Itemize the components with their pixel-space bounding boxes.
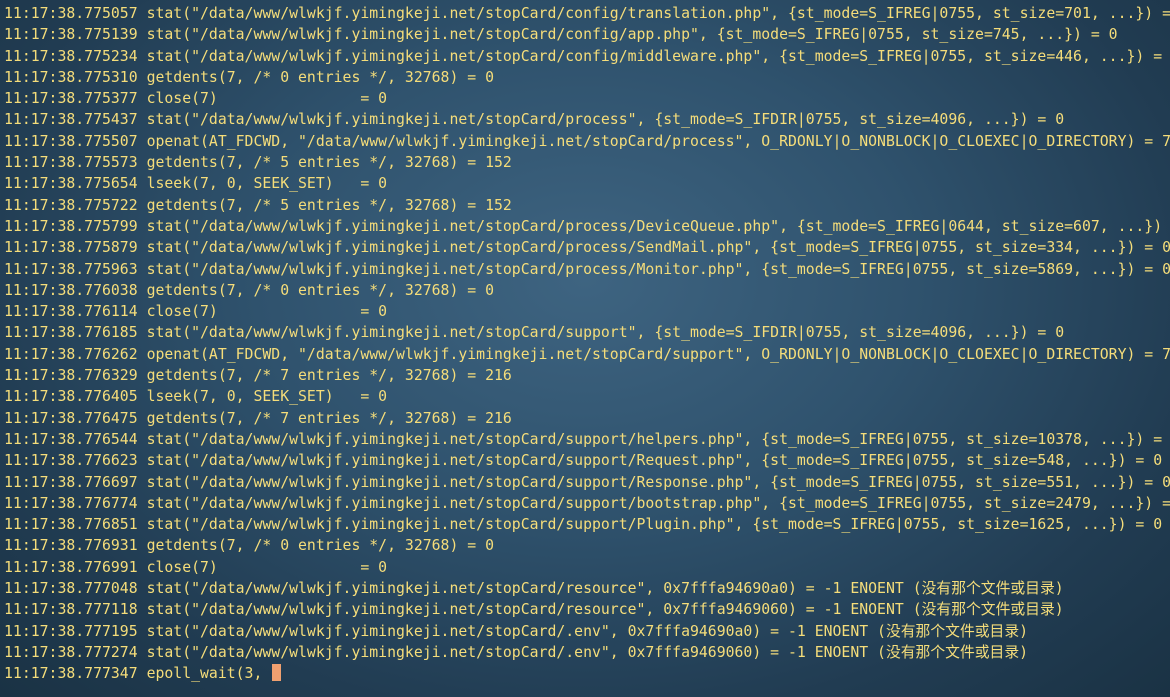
syscall-text: getdents(7, /* 5 entries */, 32768) = 15…	[146, 196, 512, 214]
terminal-line: 11:17:38.777195 stat("/data/www/wlwkjf.y…	[4, 621, 1170, 642]
syscall-text: stat("/data/www/wlwkjf.yimingkeji.net/st…	[146, 430, 1170, 448]
terminal-line: 11:17:38.776185 stat("/data/www/wlwkjf.y…	[4, 322, 1170, 343]
terminal-line: 11:17:38.775573 getdents(7, /* 5 entries…	[4, 152, 1170, 173]
terminal-line: 11:17:38.775437 stat("/data/www/wlwkjf.y…	[4, 109, 1170, 130]
syscall-text: stat("/data/www/wlwkjf.yimingkeji.net/st…	[146, 111, 1065, 129]
timestamp: 11:17:38.776114	[4, 303, 138, 321]
terminal-output[interactable]: 11:17:38.775057 stat("/data/www/wlwkjf.y…	[0, 0, 1170, 697]
terminal-line: 11:17:38.776262 openat(AT_FDCWD, "/data/…	[4, 344, 1170, 365]
terminal-line: 11:17:38.776544 stat("/data/www/wlwkjf.y…	[4, 429, 1170, 450]
syscall-text: stat("/data/www/wlwkjf.yimingkeji.net/st…	[146, 47, 1170, 65]
syscall-text: stat("/data/www/wlwkjf.yimingkeji.net/st…	[146, 5, 1170, 22]
timestamp: 11:17:38.777118	[4, 601, 138, 619]
syscall-text: getdents(7, /* 0 entries */, 32768) = 0	[146, 68, 494, 86]
terminal-line: 11:17:38.776991 close(7) = 0	[4, 557, 1170, 578]
syscall-text: stat("/data/www/wlwkjf.yimingkeji.net/st…	[146, 643, 1029, 661]
timestamp: 11:17:38.776623	[4, 452, 138, 470]
timestamp: 11:17:38.777048	[4, 580, 138, 598]
terminal-line: 11:17:38.775234 stat("/data/www/wlwkjf.y…	[4, 46, 1170, 67]
terminal-line: 11:17:38.775310 getdents(7, /* 0 entries…	[4, 67, 1170, 88]
terminal-line: 11:17:38.775879 stat("/data/www/wlwkjf.y…	[4, 237, 1170, 258]
terminal-line: 11:17:38.775722 getdents(7, /* 5 entries…	[4, 195, 1170, 216]
syscall-text: stat("/data/www/wlwkjf.yimingkeji.net/st…	[146, 239, 1170, 257]
syscall-text: lseek(7, 0, SEEK_SET) = 0	[146, 388, 388, 406]
terminal-line: 11:17:38.776038 getdents(7, /* 0 entries…	[4, 280, 1170, 301]
terminal-line: 11:17:38.776623 stat("/data/www/wlwkjf.y…	[4, 450, 1170, 471]
terminal-line: 11:17:38.776851 stat("/data/www/wlwkjf.y…	[4, 514, 1170, 535]
terminal-line: 11:17:38.775963 stat("/data/www/wlwkjf.y…	[4, 259, 1170, 280]
terminal-line: 11:17:38.775139 stat("/data/www/wlwkjf.y…	[4, 24, 1170, 45]
syscall-text: stat("/data/www/wlwkjf.yimingkeji.net/st…	[146, 26, 1118, 44]
terminal-cursor	[272, 664, 282, 682]
timestamp: 11:17:38.775507	[4, 132, 138, 150]
timestamp: 11:17:38.777274	[4, 643, 138, 661]
syscall-text: stat("/data/www/wlwkjf.yimingkeji.net/st…	[146, 622, 1029, 640]
syscall-text: stat("/data/www/wlwkjf.yimingkeji.net/st…	[146, 324, 1065, 342]
timestamp: 11:17:38.775879	[4, 239, 138, 257]
terminal-line: 11:17:38.775654 lseek(7, 0, SEEK_SET) = …	[4, 173, 1170, 194]
syscall-text: stat("/data/www/wlwkjf.yimingkeji.net/st…	[146, 260, 1170, 278]
terminal-line: 11:17:38.776329 getdents(7, /* 7 entries…	[4, 365, 1170, 386]
terminal-line: 11:17:38.777048 stat("/data/www/wlwkjf.y…	[4, 578, 1170, 599]
timestamp: 11:17:38.775377	[4, 90, 138, 108]
terminal-line: 11:17:38.777347 epoll_wait(3,	[4, 663, 1170, 684]
syscall-text: stat("/data/www/wlwkjf.yimingkeji.net/st…	[146, 217, 1170, 235]
timestamp: 11:17:38.776405	[4, 388, 138, 406]
timestamp: 11:17:38.775310	[4, 68, 138, 86]
timestamp: 11:17:38.775963	[4, 260, 138, 278]
timestamp: 11:17:38.776931	[4, 537, 138, 555]
terminal-line: 11:17:38.776114 close(7) = 0	[4, 301, 1170, 322]
terminal-line: 11:17:38.777118 stat("/data/www/wlwkjf.y…	[4, 599, 1170, 620]
terminal-line: 11:17:38.775057 stat("/data/www/wlwkjf.y…	[4, 3, 1170, 24]
timestamp: 11:17:38.775722	[4, 196, 138, 214]
terminal-line: 11:17:38.776405 lseek(7, 0, SEEK_SET) = …	[4, 386, 1170, 407]
timestamp: 11:17:38.775234	[4, 47, 138, 65]
syscall-text: getdents(7, /* 0 entries */, 32768) = 0	[146, 281, 494, 299]
timestamp: 11:17:38.776475	[4, 409, 138, 427]
timestamp: 11:17:38.775139	[4, 26, 138, 44]
syscall-text: getdents(7, /* 5 entries */, 32768) = 15…	[146, 154, 512, 172]
syscall-text: stat("/data/www/wlwkjf.yimingkeji.net/st…	[146, 516, 1163, 534]
timestamp: 11:17:38.776038	[4, 281, 138, 299]
syscall-text: getdents(7, /* 0 entries */, 32768) = 0	[146, 537, 494, 555]
terminal-line: 11:17:38.776475 getdents(7, /* 7 entries…	[4, 408, 1170, 429]
syscall-text: openat(AT_FDCWD, "/data/www/wlwkjf.yimin…	[146, 345, 1170, 363]
syscall-text: close(7) = 0	[146, 303, 388, 321]
syscall-text: lseek(7, 0, SEEK_SET) = 0	[146, 175, 388, 193]
timestamp: 11:17:38.776185	[4, 324, 138, 342]
timestamp: 11:17:38.776697	[4, 473, 138, 491]
terminal-line: 11:17:38.776697 stat("/data/www/wlwkjf.y…	[4, 472, 1170, 493]
timestamp: 11:17:38.775437	[4, 111, 138, 129]
syscall-text: epoll_wait(3,	[146, 665, 272, 683]
syscall-text: close(7) = 0	[146, 90, 388, 108]
timestamp: 11:17:38.775654	[4, 175, 138, 193]
timestamp: 11:17:38.775573	[4, 154, 138, 172]
syscall-text: stat("/data/www/wlwkjf.yimingkeji.net/st…	[146, 601, 1064, 619]
syscall-text: stat("/data/www/wlwkjf.yimingkeji.net/st…	[146, 452, 1163, 470]
terminal-line: 11:17:38.775377 close(7) = 0	[4, 88, 1170, 109]
timestamp: 11:17:38.776851	[4, 516, 138, 534]
timestamp: 11:17:38.776544	[4, 430, 138, 448]
syscall-text: close(7) = 0	[146, 558, 388, 576]
terminal-line: 11:17:38.776931 getdents(7, /* 0 entries…	[4, 535, 1170, 556]
syscall-text: openat(AT_FDCWD, "/data/www/wlwkjf.yimin…	[146, 132, 1170, 150]
terminal-line: 11:17:38.776774 stat("/data/www/wlwkjf.y…	[4, 493, 1170, 514]
syscall-text: stat("/data/www/wlwkjf.yimingkeji.net/st…	[146, 473, 1170, 491]
syscall-text: stat("/data/www/wlwkjf.yimingkeji.net/st…	[146, 580, 1064, 598]
timestamp: 11:17:38.776991	[4, 558, 138, 576]
syscall-text: stat("/data/www/wlwkjf.yimingkeji.net/st…	[146, 494, 1170, 512]
timestamp: 11:17:38.776262	[4, 345, 138, 363]
terminal-line: 11:17:38.777274 stat("/data/www/wlwkjf.y…	[4, 642, 1170, 663]
timestamp: 11:17:38.775799	[4, 217, 138, 235]
syscall-text: getdents(7, /* 7 entries */, 32768) = 21…	[146, 367, 512, 385]
timestamp: 11:17:38.777347	[4, 665, 138, 683]
timestamp: 11:17:38.777195	[4, 622, 138, 640]
timestamp: 11:17:38.775057	[4, 5, 138, 22]
terminal-line: 11:17:38.775799 stat("/data/www/wlwkjf.y…	[4, 216, 1170, 237]
syscall-text: getdents(7, /* 7 entries */, 32768) = 21…	[146, 409, 512, 427]
timestamp: 11:17:38.776329	[4, 367, 138, 385]
terminal-line: 11:17:38.775507 openat(AT_FDCWD, "/data/…	[4, 131, 1170, 152]
timestamp: 11:17:38.776774	[4, 494, 138, 512]
